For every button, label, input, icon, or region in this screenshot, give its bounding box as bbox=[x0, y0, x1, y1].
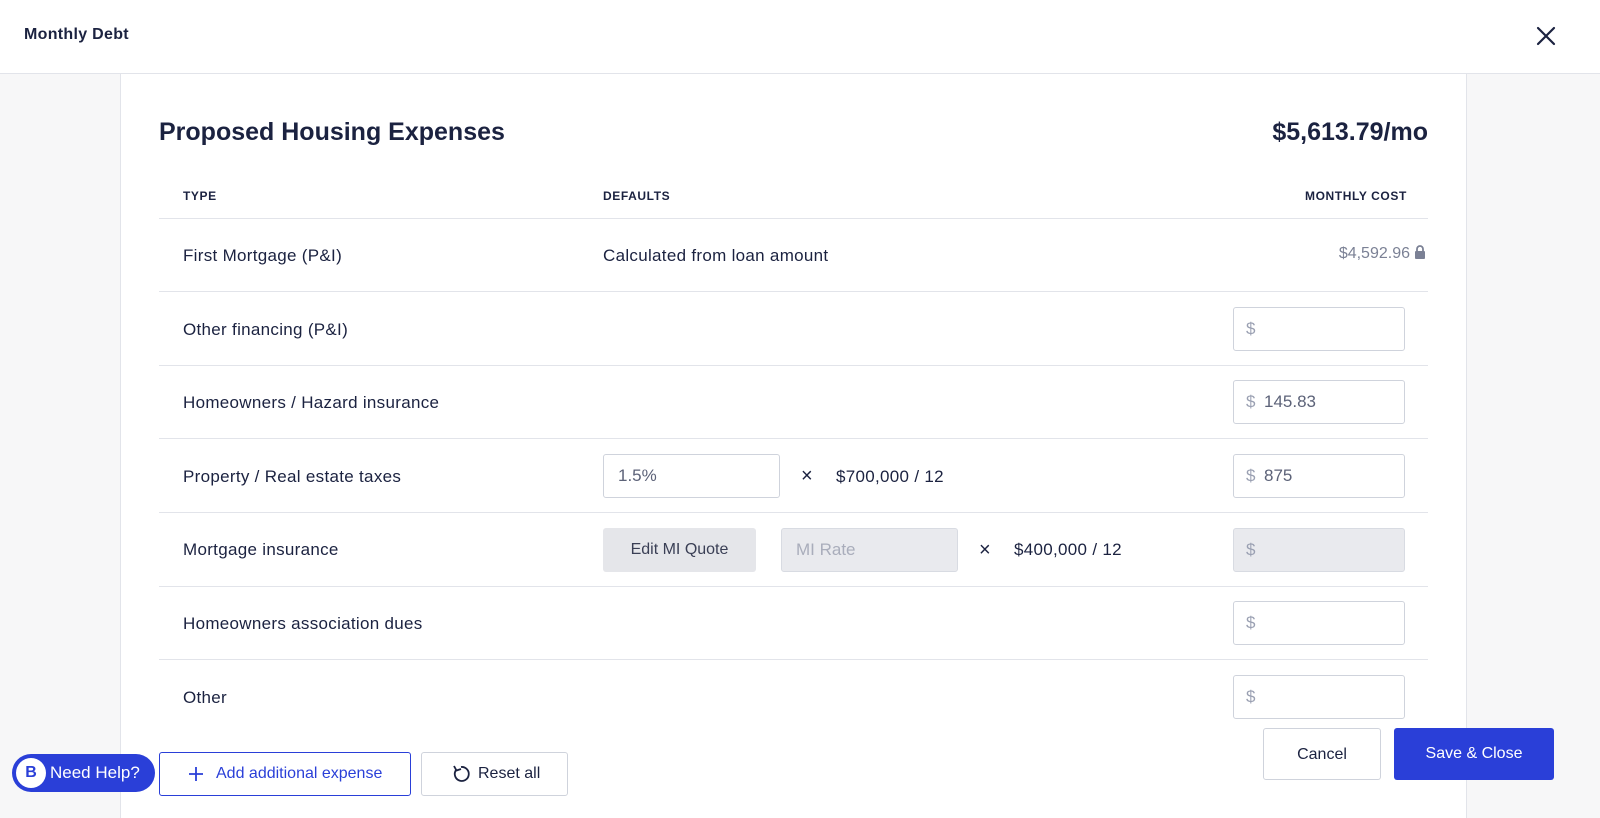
edit-mi-quote-button[interactable]: Edit MI Quote bbox=[603, 528, 756, 572]
need-help-button[interactable]: B Need Help? bbox=[12, 754, 155, 792]
mortgage-insurance-basis: $400,000 / 12 bbox=[1014, 540, 1122, 559]
row-label-hazard-insurance: Homeowners / Hazard insurance bbox=[183, 393, 440, 412]
row-label-property-taxes: Property / Real estate taxes bbox=[183, 467, 402, 486]
row-divider bbox=[159, 291, 1428, 292]
property-taxes-value: 875 bbox=[1264, 466, 1293, 485]
add-expense-label: Add additional expense bbox=[216, 765, 383, 782]
multiply-icon: × bbox=[801, 465, 813, 487]
column-header-defaults: DEFAULTS bbox=[603, 189, 671, 203]
other-financing-input[interactable]: $ bbox=[1233, 307, 1405, 351]
row-divider bbox=[159, 586, 1428, 587]
row-divider bbox=[159, 218, 1428, 219]
property-tax-rate-value: 1.5% bbox=[618, 466, 657, 485]
column-header-type: TYPE bbox=[183, 189, 217, 203]
multiply-icon: × bbox=[979, 539, 991, 561]
row-label-other: Other bbox=[183, 688, 228, 707]
row-divider bbox=[159, 512, 1428, 513]
lock-icon bbox=[1414, 245, 1426, 264]
row-label-mortgage-insurance: Mortgage insurance bbox=[183, 540, 339, 559]
add-expense-button[interactable]: Add additional expense bbox=[159, 752, 411, 796]
currency-symbol: $ bbox=[1246, 540, 1256, 559]
property-tax-rate-input[interactable]: 1.5% bbox=[603, 454, 780, 498]
first-mortgage-cost-value: $4,592.96 bbox=[1338, 245, 1410, 262]
mi-rate-input[interactable]: MI Rate bbox=[781, 528, 958, 572]
cancel-button[interactable]: Cancel bbox=[1263, 728, 1381, 780]
modal-header: Monthly Debt bbox=[0, 0, 1600, 74]
column-header-monthly-cost: MONTHLY COST bbox=[1305, 189, 1407, 203]
section-title: Proposed Housing Expenses bbox=[159, 118, 505, 146]
close-icon[interactable] bbox=[1532, 22, 1560, 50]
currency-symbol: $ bbox=[1246, 392, 1256, 411]
reset-all-label: Reset all bbox=[478, 765, 541, 782]
currency-symbol: $ bbox=[1246, 319, 1256, 338]
help-logo-icon: B bbox=[16, 758, 46, 788]
mi-rate-placeholder: MI Rate bbox=[796, 540, 856, 559]
row-divider bbox=[159, 365, 1428, 366]
hoa-dues-input[interactable]: $ bbox=[1233, 601, 1405, 645]
row-label-hoa-dues: Homeowners association dues bbox=[183, 614, 423, 633]
save-close-button[interactable]: Save & Close bbox=[1394, 728, 1554, 780]
hazard-insurance-input[interactable]: $ 145.83 bbox=[1233, 380, 1405, 424]
reset-icon bbox=[451, 764, 471, 789]
other-expense-input[interactable]: $ bbox=[1233, 675, 1405, 719]
currency-symbol: $ bbox=[1246, 687, 1256, 706]
plus-icon bbox=[188, 766, 204, 787]
row-label-other-financing: Other financing (P&I) bbox=[183, 320, 349, 339]
row-divider bbox=[159, 438, 1428, 439]
hazard-insurance-value: 145.83 bbox=[1264, 392, 1316, 411]
currency-symbol: $ bbox=[1246, 466, 1256, 485]
row-label-first-mortgage: First Mortgage (P&I) bbox=[183, 246, 343, 265]
need-help-label: Need Help? bbox=[50, 763, 140, 782]
currency-symbol: $ bbox=[1246, 613, 1256, 632]
mortgage-insurance-input[interactable]: $ bbox=[1233, 528, 1405, 572]
modal-title: Monthly Debt bbox=[24, 26, 129, 43]
reset-all-button[interactable]: Reset all bbox=[421, 752, 568, 796]
property-taxes-input[interactable]: $ 875 bbox=[1233, 454, 1405, 498]
first-mortgage-default: Calculated from loan amount bbox=[603, 246, 829, 265]
row-divider bbox=[159, 659, 1428, 660]
monthly-total: $5,613.79/mo bbox=[1272, 118, 1428, 146]
property-tax-basis: $700,000 / 12 bbox=[836, 467, 944, 486]
first-mortgage-cost: $4,592.96 bbox=[1339, 245, 1426, 264]
